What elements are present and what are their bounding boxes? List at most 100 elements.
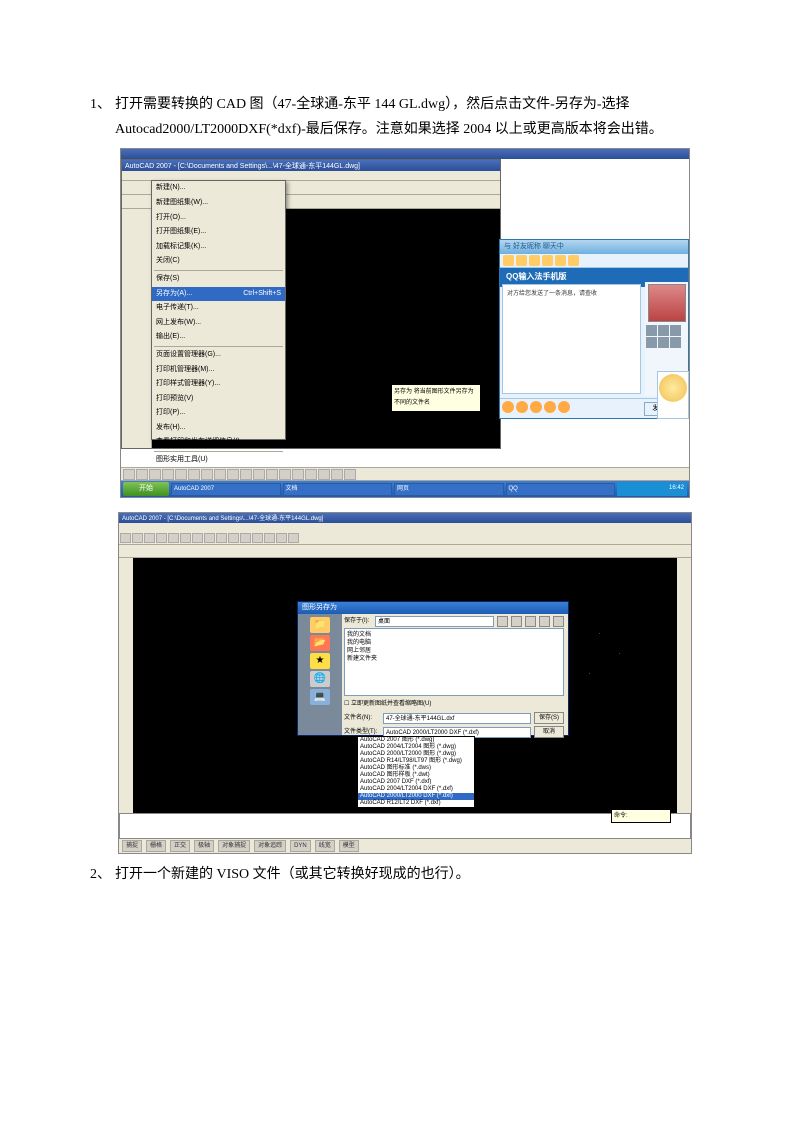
menu-item[interactable]: 打印机管理器(M)...	[152, 363, 285, 378]
qq-thumb-icon[interactable]	[646, 325, 657, 336]
autocad-left-toolbar[interactable]	[119, 558, 133, 813]
qq-thumb-icon[interactable]	[670, 325, 681, 336]
toolbar-button[interactable]	[162, 469, 174, 480]
toolbar-button[interactable]	[253, 469, 265, 480]
toolbar-button[interactable]	[240, 533, 251, 543]
qq-thumb-icon[interactable]	[658, 337, 669, 348]
qq-toolbar[interactable]	[500, 254, 688, 268]
qq-tool-icon[interactable]	[542, 255, 553, 266]
places-ftp-icon[interactable]: 🌐	[310, 671, 330, 687]
toolbar-button[interactable]	[252, 533, 263, 543]
qq-emoji-face-icon[interactable]	[659, 374, 687, 402]
menu-item[interactable]: 打印预览(V)	[152, 392, 285, 407]
autocad-left-toolbar[interactable]	[122, 209, 152, 448]
toolbar-button[interactable]	[175, 469, 187, 480]
autocad-titlebar[interactable]: AutoCAD 2007 - [C:\Documents and Setting…	[122, 160, 500, 171]
toolbar-button[interactable]	[149, 469, 161, 480]
menu-item[interactable]: 新建图纸集(W)...	[152, 196, 285, 211]
menu-item[interactable]: 保存(S)	[152, 272, 285, 287]
taskbar-item[interactable]: QQ	[506, 483, 616, 496]
toolbar-button[interactable]	[204, 533, 215, 543]
toolbar-button[interactable]	[240, 469, 252, 480]
taskbar-item[interactable]: 网页	[394, 483, 504, 496]
qq-emoji-icon[interactable]	[558, 401, 570, 413]
toolbar-button[interactable]	[144, 533, 155, 543]
toolbar-button[interactable]	[344, 469, 356, 480]
status-cell[interactable]: 正交	[170, 840, 190, 852]
filetype-option[interactable]: AutoCAD 图形样板 (*.dwt)	[358, 772, 474, 779]
toolbar-button[interactable]	[156, 533, 167, 543]
taskbar-item[interactable]: AutoCAD 2007	[171, 483, 281, 496]
file-item[interactable]: 我的文档	[347, 631, 561, 639]
status-bar[interactable]: 捕捉 栅格 正交 极轴 对象捕捉 对象追踪 DYN 线宽 模型	[119, 839, 691, 853]
new-folder-icon[interactable]	[525, 616, 536, 627]
toolbar-button[interactable]	[227, 469, 239, 480]
qq-thumb-icon[interactable]	[658, 325, 669, 336]
autocad-right-toolbar[interactable]	[677, 558, 691, 813]
views-icon[interactable]	[539, 616, 550, 627]
toolbar-button[interactable]	[266, 469, 278, 480]
autocad-menubar[interactable]	[119, 523, 691, 532]
qq-titlebar[interactable]: 与 好友昵称 聊天中	[500, 240, 688, 254]
status-cell[interactable]: 对象追踪	[254, 840, 286, 852]
status-cell[interactable]: 捕捉	[122, 840, 142, 852]
filename-input[interactable]: 47-全球通-东平144GL.dxf	[383, 713, 531, 724]
qq-tool-icon[interactable]	[529, 255, 540, 266]
places-favorites-icon[interactable]: ★	[310, 653, 330, 669]
update-thumbnail-checkbox[interactable]: ☐ 立即更新图纸并查看缩略图(U)	[344, 699, 564, 710]
qq-avatar-icon[interactable]	[648, 284, 686, 322]
toolbar-button[interactable]	[201, 469, 213, 480]
filetype-option[interactable]: AutoCAD 2004/LT2004 DXF (*.dxf)	[358, 786, 474, 793]
filetype-option[interactable]: AutoCAD 2007 DXF (*.dxf)	[358, 779, 474, 786]
qq-tool-icon[interactable]	[555, 255, 566, 266]
status-cell[interactable]: 线宽	[315, 840, 335, 852]
toolbar-button[interactable]	[123, 469, 135, 480]
toolbar-button[interactable]	[192, 533, 203, 543]
toolbar-button[interactable]	[292, 469, 304, 480]
autocad-toolbar-1[interactable]	[119, 532, 691, 545]
toolbar-button[interactable]	[228, 533, 239, 543]
menu-item[interactable]: 图形实用工具(U)	[152, 453, 285, 468]
menu-item[interactable]: 加载标记集(K)...	[152, 240, 285, 255]
toolbar-button[interactable]	[168, 533, 179, 543]
qq-message-area[interactable]: 对方给您发送了一条消息，请查收	[502, 284, 641, 394]
file-item[interactable]: 网上邻居	[347, 647, 561, 655]
filetype-option[interactable]: AutoCAD R12/LT2 DXF (*.dxf)	[358, 800, 474, 807]
toolbar-button[interactable]	[288, 533, 299, 543]
filetype-option[interactable]: AutoCAD 2000/LT2000 DXF (*.dxf)	[358, 793, 474, 800]
taskbar-item[interactable]: 文档	[283, 483, 393, 496]
toolbar-button[interactable]	[264, 533, 275, 543]
toolbar-button[interactable]	[180, 533, 191, 543]
menu-item[interactable]: 打开图纸集(E)...	[152, 225, 285, 240]
menu-item[interactable]: 电子传递(T)...	[152, 301, 285, 316]
qq-thumb-icon[interactable]	[646, 337, 657, 348]
menu-item[interactable]: 关闭(C)	[152, 254, 285, 269]
up-icon[interactable]	[511, 616, 522, 627]
tools-icon[interactable]	[553, 616, 564, 627]
cancel-button[interactable]: 取消	[534, 726, 564, 738]
toolbar-button[interactable]	[331, 469, 343, 480]
status-cell[interactable]: 模型	[339, 840, 359, 852]
toolbar-button[interactable]	[132, 533, 143, 543]
autocad-bottom-toolbar[interactable]	[121, 467, 689, 481]
menu-item[interactable]: 打印样式管理器(Y)...	[152, 377, 285, 392]
autocad-toolbar-2[interactable]	[119, 545, 691, 558]
menu-item[interactable]: 网上发布(W)...	[152, 316, 285, 331]
status-cell[interactable]: DYN	[290, 840, 311, 852]
save-button[interactable]: 保存(S)	[534, 712, 564, 724]
toolbar-button[interactable]	[188, 469, 200, 480]
toolbar-button[interactable]	[305, 469, 317, 480]
dialog-titlebar[interactable]: 图形另存为	[298, 602, 568, 614]
start-button[interactable]: 开始	[123, 482, 169, 496]
menu-item[interactable]: 打印(P)...	[152, 406, 285, 421]
status-cell[interactable]: 栅格	[146, 840, 166, 852]
status-cell[interactable]: 极轴	[194, 840, 214, 852]
back-icon[interactable]	[497, 616, 508, 627]
system-tray[interactable]: 16:42	[617, 482, 687, 496]
autocad-titlebar[interactable]: AutoCAD 2007 - [C:\Documents and Setting…	[119, 513, 691, 523]
file-item[interactable]: 我的电脑	[347, 639, 561, 647]
toolbar-button[interactable]	[120, 533, 131, 543]
windows-taskbar[interactable]: 开始 AutoCAD 2007 文档 网页 QQ 16:42	[121, 481, 689, 497]
menu-item[interactable]: 发布(H)...	[152, 421, 285, 436]
menu-item[interactable]: 查看打印和发布详细信息(I)...	[152, 435, 285, 450]
